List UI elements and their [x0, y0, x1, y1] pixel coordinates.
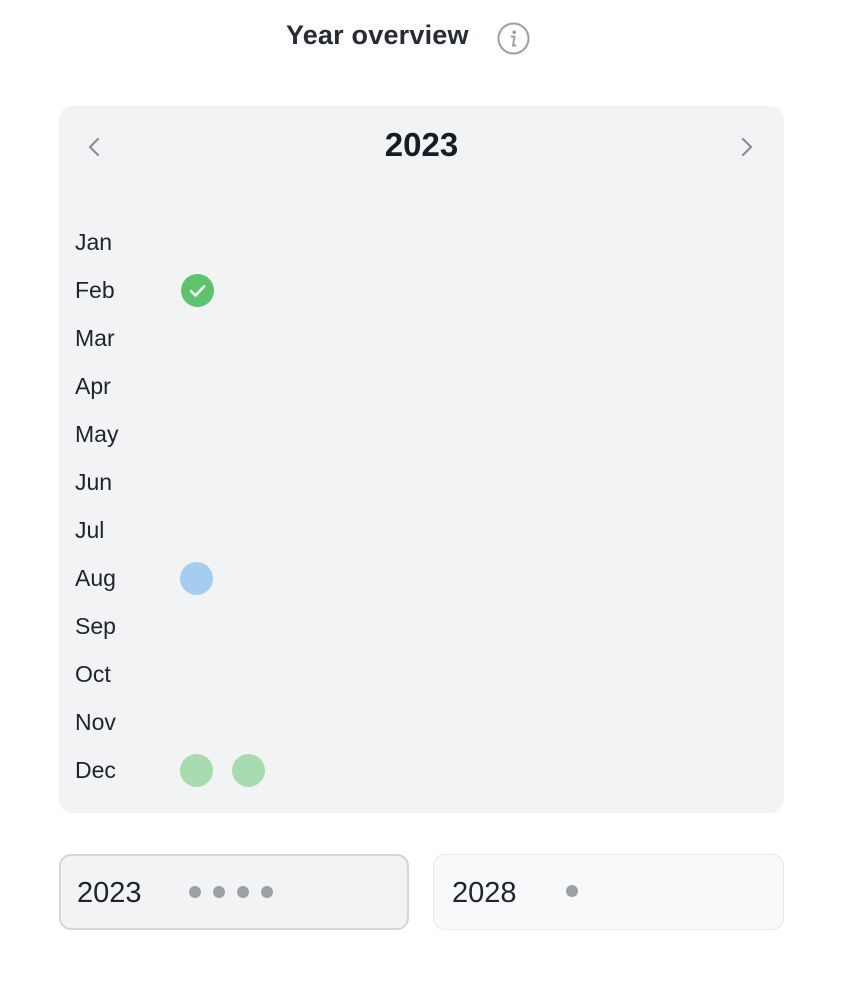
month-label: Apr: [75, 373, 111, 399]
month-row-jul: Jul: [59, 506, 784, 554]
month-label: Nov: [75, 709, 116, 735]
completed-marker[interactable]: [181, 274, 214, 307]
month-label: Jul: [75, 517, 105, 543]
month-label: Dec: [75, 757, 116, 783]
month-row-jan: Jan: [59, 218, 784, 266]
month-label: Oct: [75, 661, 111, 687]
month-label: Sep: [75, 613, 116, 639]
planned-marker[interactable]: [180, 754, 213, 787]
month-row-may: May: [59, 410, 784, 458]
month-label: Mar: [75, 325, 115, 351]
month-row-oct: Oct: [59, 650, 784, 698]
month-label: May: [75, 421, 119, 447]
chevron-right-icon: [741, 137, 753, 157]
year-tab-label: 2028: [452, 877, 517, 909]
year-tab-label: 2023: [77, 877, 142, 909]
entry-dot: [237, 886, 249, 898]
month-row-mar: Mar: [59, 314, 784, 362]
scheduled-marker[interactable]: [180, 562, 213, 595]
calendar-year-title: 2023: [384, 126, 459, 163]
entry-dot: [213, 886, 225, 898]
header: Year overview: [0, 0, 854, 78]
month-row-aug: Aug: [59, 554, 784, 602]
month-label: Jan: [75, 229, 113, 255]
planned-marker[interactable]: [232, 754, 265, 787]
month-row-sep: Sep: [59, 602, 784, 650]
month-label: Feb: [75, 277, 115, 303]
month-row-jun: Jun: [59, 458, 784, 506]
month-label: Aug: [75, 565, 116, 591]
month-row-apr: Apr: [59, 362, 784, 410]
page-title: Year overview: [286, 20, 469, 50]
entry-dot: [566, 885, 578, 897]
entry-dot: [261, 886, 273, 898]
month-row-feb: Feb: [59, 266, 784, 314]
month-row-nov: Nov: [59, 698, 784, 746]
year-tab-2023[interactable]: 2023: [59, 854, 409, 930]
check-icon: [189, 285, 206, 297]
info-icon[interactable]: [497, 22, 530, 55]
month-row-dec: Dec: [59, 746, 784, 794]
month-label: Jun: [75, 469, 113, 495]
year-tab-2028[interactable]: 2028: [433, 854, 784, 930]
year-calendar-card: 2023 Jan Feb Mar Apr May Jun Jul Aug Sep Oct Nov De…: [59, 106, 784, 813]
next-year-button[interactable]: [732, 132, 762, 162]
entry-dot: [189, 886, 201, 898]
month-list: Jan Feb Mar Apr May Jun Jul Aug Sep Oct Nov Dec: [59, 218, 784, 794]
